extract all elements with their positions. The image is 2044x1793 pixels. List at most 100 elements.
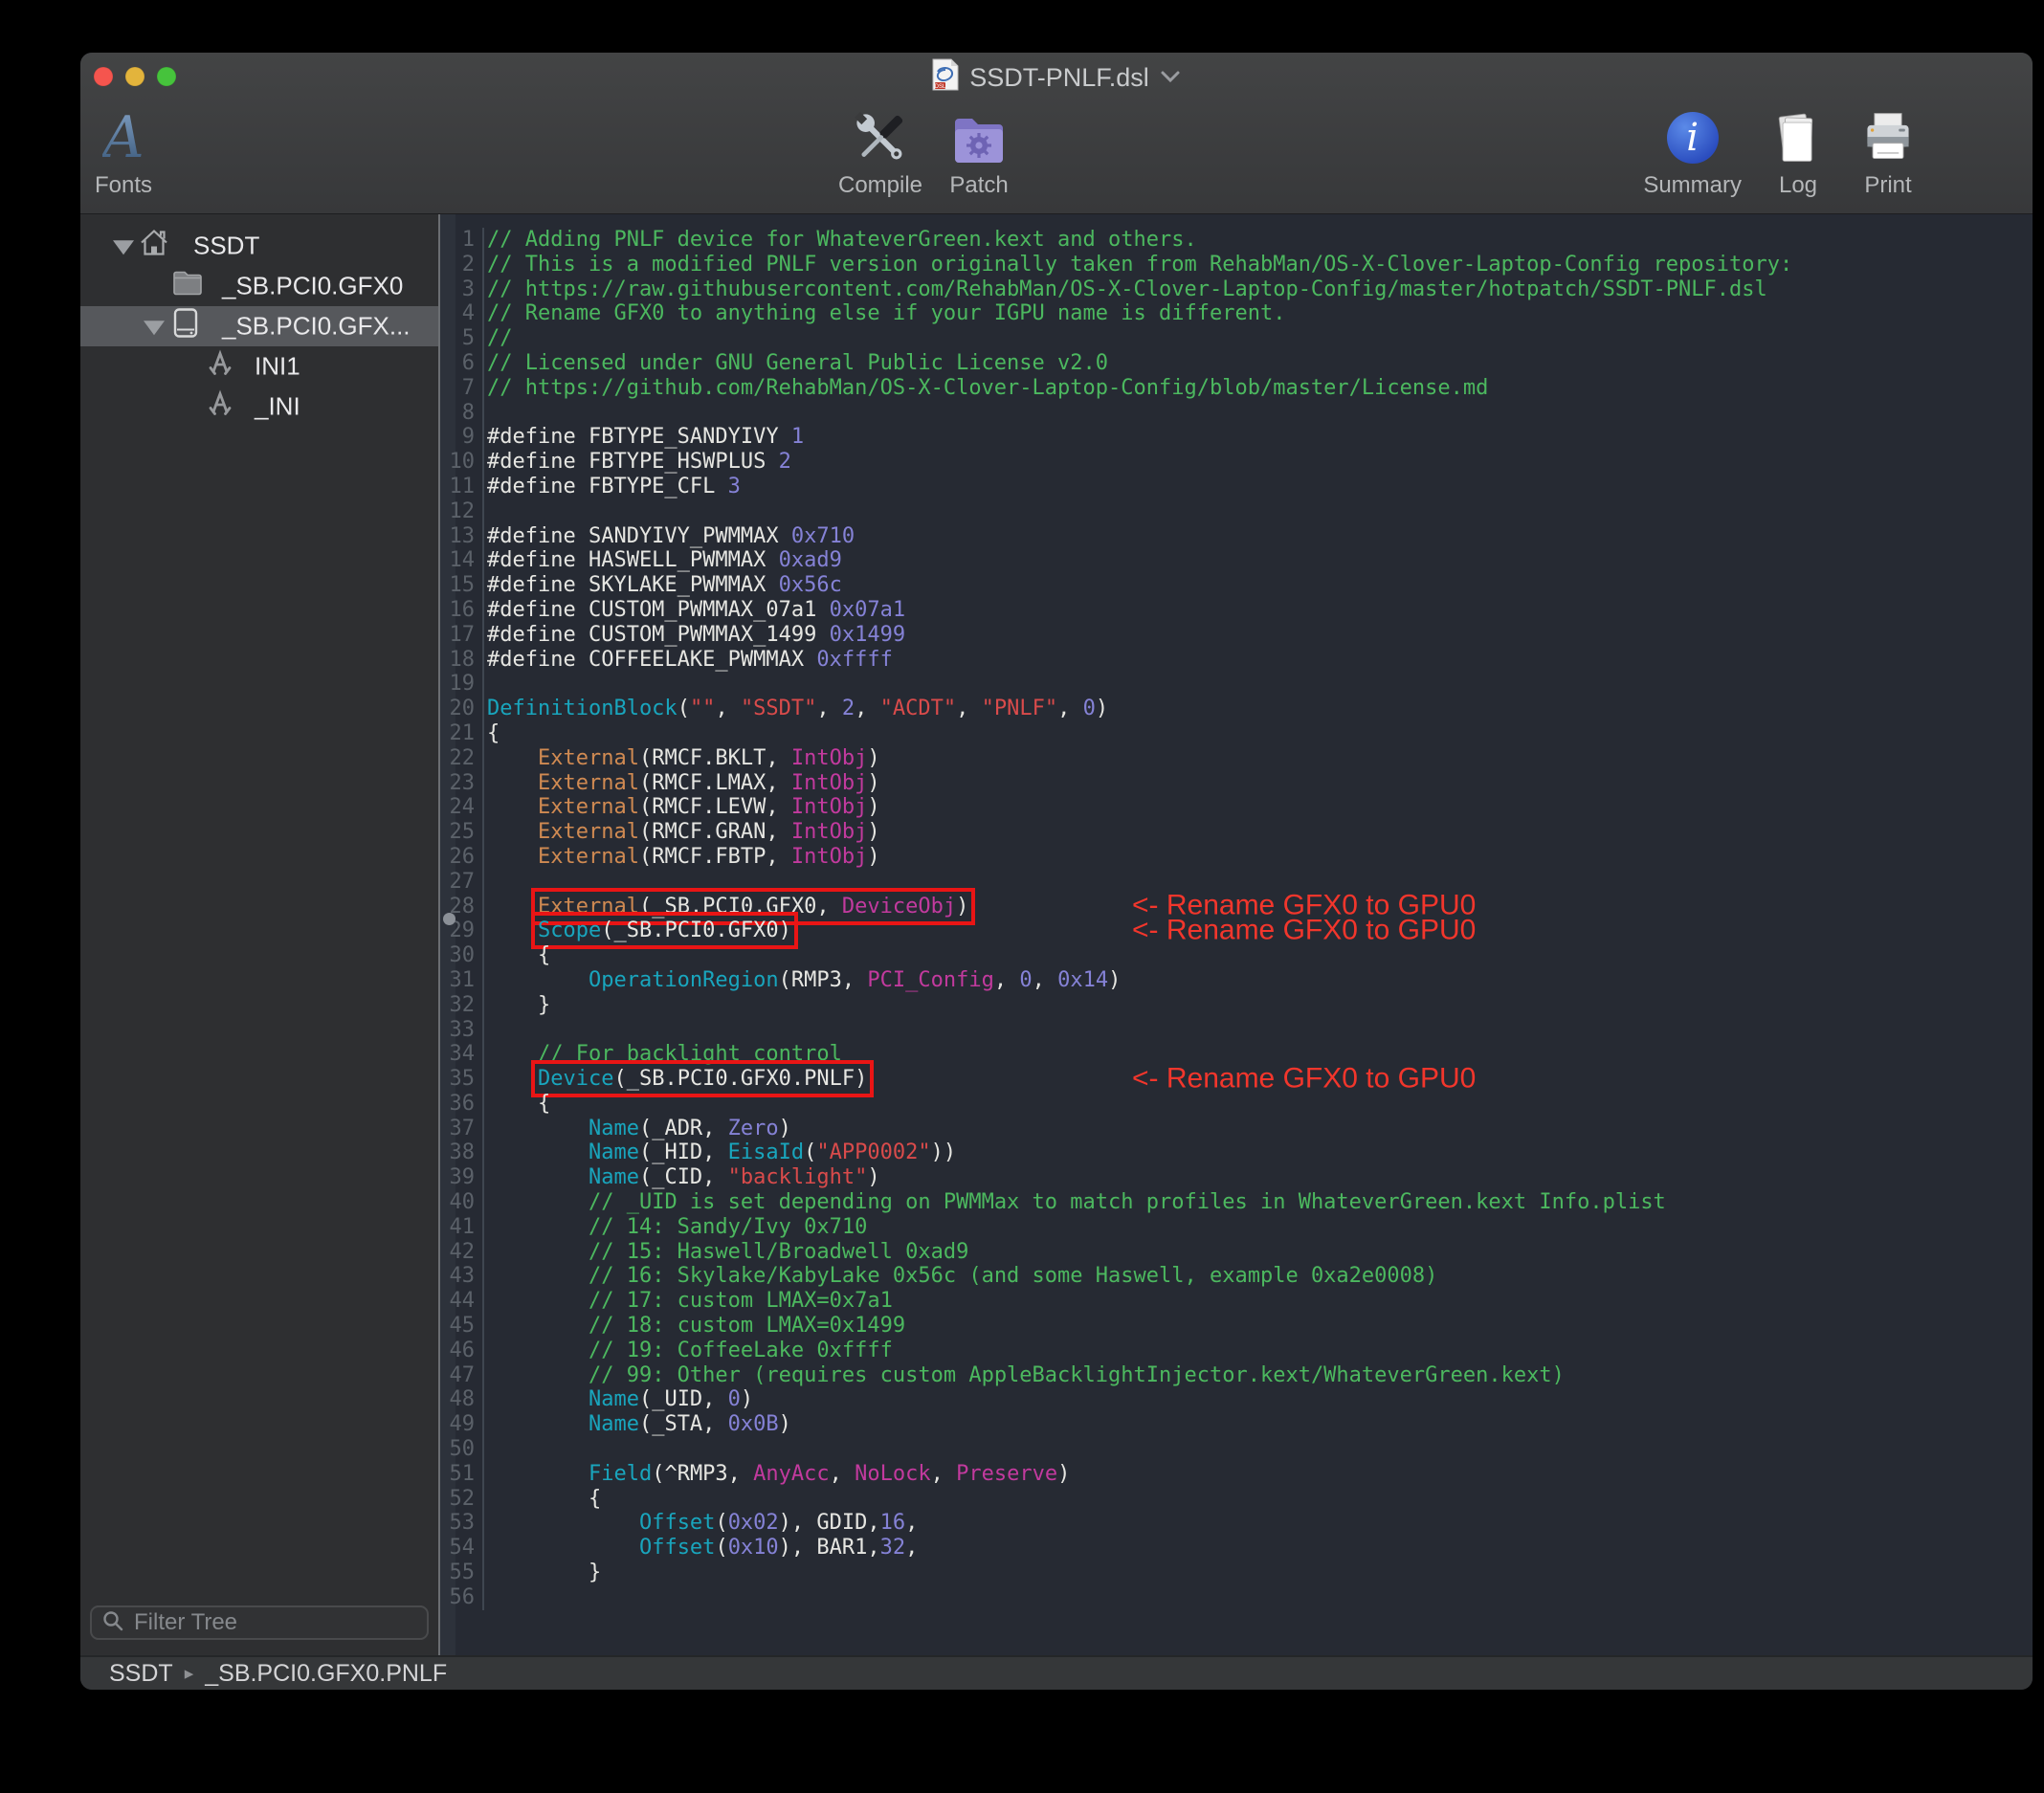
code-line[interactable]: 15#define SKYLAKE_PWMMAX 0x56c bbox=[440, 573, 2033, 598]
code-line[interactable]: 25 External(RMCF.GRAN, IntObj) bbox=[440, 820, 2033, 845]
code-line-content: // 17: custom LMAX=0x7a1 bbox=[484, 1289, 893, 1314]
code-line-content: External(RMCF.GRAN, IntObj) bbox=[484, 820, 880, 845]
code-line[interactable]: 43 // 16: Skylake/KabyLake 0x56c (and so… bbox=[440, 1264, 2033, 1289]
code-line[interactable]: 17#define CUSTOM_PWMMAX_1499 0x1499 bbox=[440, 623, 2033, 648]
code-line[interactable]: 48 Name(_UID, 0) bbox=[440, 1387, 2033, 1412]
window-title-area: DSL SSDT-PNLF.dsl bbox=[80, 53, 2033, 102]
code-line[interactable]: 1// Adding PNLF device for WhateverGreen… bbox=[440, 228, 2033, 253]
filter-tree-box[interactable] bbox=[90, 1605, 429, 1640]
code-line-content: // This is a modified PNLF version origi… bbox=[484, 253, 1792, 277]
code-line[interactable]: 16#define CUSTOM_PWMMAX_07a1 0x07a1 bbox=[440, 598, 2033, 623]
code-line-content: // https://raw.githubusercontent.com/Reh… bbox=[484, 277, 1767, 302]
disclosure-triangle-icon[interactable] bbox=[113, 240, 134, 255]
code-line[interactable]: 38 Name(_HID, EisaId("APP0002")) bbox=[440, 1140, 2033, 1165]
tree-item-ini1[interactable]: INI1 bbox=[80, 346, 438, 387]
toolbar-patch-button[interactable]: Patch bbox=[945, 102, 1012, 198]
code-line[interactable]: 5// bbox=[440, 326, 2033, 351]
code-line[interactable]: 29<- Rename GFX0 to GPU0 Scope(_SB.PCI0.… bbox=[440, 919, 2033, 943]
line-number: 13 bbox=[440, 524, 484, 549]
code-line[interactable]: 11#define FBTYPE_CFL 3 bbox=[440, 475, 2033, 499]
code-line[interactable]: 24 External(RMCF.LEVW, IntObj) bbox=[440, 795, 2033, 820]
code-line[interactable]: 41 // 14: Sandy/Ivy 0x710 bbox=[440, 1215, 2033, 1240]
tree-item-label: _SB.PCI0.GFX0 bbox=[222, 272, 403, 301]
code-line[interactable]: 40 // _UID is set depending on PWMMax to… bbox=[440, 1190, 2033, 1215]
breadcrumb-path[interactable]: _SB.PCI0.GFX0.PNLF bbox=[205, 1660, 447, 1688]
code-line[interactable]: 45 // 18: custom LMAX=0x1499 bbox=[440, 1314, 2033, 1339]
code-line[interactable]: 7// https://github.com/RehabMan/OS-X-Clo… bbox=[440, 376, 2033, 401]
code-line[interactable]: 31 OperationRegion(RMP3, PCI_Config, 0, … bbox=[440, 968, 2033, 993]
code-line[interactable]: 49 Name(_STA, 0x0B) bbox=[440, 1412, 2033, 1437]
rename-highlight-box: Scope(_SB.PCI0.GFX0) bbox=[538, 919, 791, 942]
status-bar: SSDT ▸ _SB.PCI0.GFX0.PNLF bbox=[80, 1655, 2033, 1690]
code-line[interactable]: 47 // 99: Other (requires custom AppleBa… bbox=[440, 1363, 2033, 1388]
code-line[interactable]: 39 Name(_CID, "backlight") bbox=[440, 1165, 2033, 1190]
code-line[interactable]: 50 bbox=[440, 1437, 2033, 1462]
code-line[interactable]: 9#define FBTYPE_SANDYIVY 1 bbox=[440, 425, 2033, 450]
code-line[interactable]: 46 // 19: CoffeeLake 0xffff bbox=[440, 1339, 2033, 1363]
line-number: 26 bbox=[440, 845, 484, 870]
filter-tree-input[interactable] bbox=[132, 1608, 433, 1637]
tree-item-sb-pci0-gfx0[interactable]: _SB.PCI0.GFX0 bbox=[80, 266, 438, 306]
code-line[interactable]: 37 Name(_ADR, Zero) bbox=[440, 1117, 2033, 1141]
code-line[interactable]: 33 bbox=[440, 1018, 2033, 1043]
code-line[interactable]: 12 bbox=[440, 499, 2033, 524]
toolbar-compile-button[interactable]: Compile bbox=[838, 102, 922, 198]
code-line[interactable]: 10#define FBTYPE_HSWPLUS 2 bbox=[440, 450, 2033, 475]
code-line[interactable]: 52 { bbox=[440, 1487, 2033, 1512]
toolbar-print-button[interactable]: Print bbox=[1855, 102, 1922, 198]
document-proxy-icon[interactable]: DSL bbox=[931, 58, 960, 98]
code-line[interactable]: 4// Rename GFX0 to anything else if your… bbox=[440, 301, 2033, 326]
code-line[interactable]: 32 } bbox=[440, 993, 2033, 1018]
toolbar-summary-button[interactable]: iSummary bbox=[1643, 102, 1742, 198]
line-number: 33 bbox=[440, 1018, 484, 1043]
code-line[interactable]: 23 External(RMCF.LMAX, IntObj) bbox=[440, 771, 2033, 796]
tree-item-ssdt[interactable]: SSDT bbox=[80, 226, 438, 266]
code-line[interactable]: 20DefinitionBlock("", "SSDT", 2, "ACDT",… bbox=[440, 697, 2033, 721]
code-line[interactable]: 6// Licensed under GNU General Public Li… bbox=[440, 351, 2033, 376]
toolbar-fonts-button[interactable]: AFonts bbox=[90, 102, 157, 198]
code-line-content: Name(_ADR, Zero) bbox=[484, 1117, 791, 1141]
toolbar-button-label: Print bbox=[1864, 173, 1911, 198]
code-line[interactable]: 55 } bbox=[440, 1561, 2033, 1585]
code-line[interactable]: 51 Field(^RMP3, AnyAcc, NoLock, Preserve… bbox=[440, 1462, 2033, 1487]
toolbar-log-button[interactable]: Log bbox=[1765, 102, 1832, 198]
code-line[interactable]: 19 bbox=[440, 672, 2033, 697]
titlebar[interactable]: DSL SSDT-PNLF.dsl bbox=[80, 53, 2033, 100]
breadcrumb-root[interactable]: SSDT bbox=[109, 1660, 173, 1688]
line-number: 37 bbox=[440, 1117, 484, 1141]
code-line-content: // 18: custom LMAX=0x1499 bbox=[484, 1314, 905, 1339]
toolbar-button-label: Patch bbox=[949, 173, 1008, 198]
code-line[interactable]: 26 External(RMCF.FBTP, IntObj) bbox=[440, 845, 2033, 870]
code-line[interactable]: 56 bbox=[440, 1585, 2033, 1610]
line-number: 21 bbox=[440, 721, 484, 746]
code-line-content: External(RMCF.LMAX, IntObj) bbox=[484, 771, 880, 796]
disclosure-triangle-icon[interactable] bbox=[144, 321, 165, 335]
line-number: 40 bbox=[440, 1190, 484, 1215]
code-line[interactable]: 18#define COFFEELAKE_PWMMAX 0xffff bbox=[440, 648, 2033, 673]
patch-folder-icon bbox=[948, 102, 1010, 173]
search-icon bbox=[101, 1609, 124, 1637]
code-line[interactable]: 30 { bbox=[440, 943, 2033, 968]
code-line[interactable]: 8 bbox=[440, 401, 2033, 426]
code-line[interactable]: 3// https://raw.githubusercontent.com/Re… bbox=[440, 277, 2033, 302]
code-line[interactable]: 36 { bbox=[440, 1092, 2033, 1117]
code-line[interactable]: 2// This is a modified PNLF version orig… bbox=[440, 253, 2033, 277]
code-line-content: Name(_UID, 0) bbox=[484, 1387, 753, 1412]
code-line[interactable]: 14#define HASWELL_PWMMAX 0xad9 bbox=[440, 548, 2033, 573]
code-line[interactable]: 22 External(RMCF.BKLT, IntObj) bbox=[440, 746, 2033, 771]
line-number: 3 bbox=[440, 277, 484, 302]
code-line[interactable]: 35<- Rename GFX0 to GPU0 Device(_SB.PCI0… bbox=[440, 1067, 2033, 1092]
code-line[interactable]: 42 // 15: Haswell/Broadwell 0xad9 bbox=[440, 1240, 2033, 1265]
tree-item-ini[interactable]: _INI bbox=[80, 387, 438, 427]
code-line[interactable]: 54 Offset(0x10), BAR1,32, bbox=[440, 1536, 2033, 1561]
code-editor[interactable]: 1// Adding PNLF device for WhateverGreen… bbox=[440, 214, 2033, 1655]
line-number: 27 bbox=[440, 870, 484, 895]
code-line[interactable]: 21{ bbox=[440, 721, 2033, 746]
tree-item-sb-pci0-gfx[interactable]: _SB.PCI0.GFX... bbox=[80, 306, 438, 346]
title-chevron-down-icon[interactable] bbox=[1159, 70, 1182, 85]
code-line[interactable]: 53 Offset(0x02), GDID,16, bbox=[440, 1511, 2033, 1536]
sidebar: SSDT _SB.PCI0.GFX0 _SB.PCI0.GFX...INI1_INI bbox=[80, 214, 440, 1655]
line-number: 46 bbox=[440, 1339, 484, 1363]
code-line[interactable]: 13#define SANDYIVY_PWMMAX 0x710 bbox=[440, 524, 2033, 549]
code-line[interactable]: 44 // 17: custom LMAX=0x7a1 bbox=[440, 1289, 2033, 1314]
